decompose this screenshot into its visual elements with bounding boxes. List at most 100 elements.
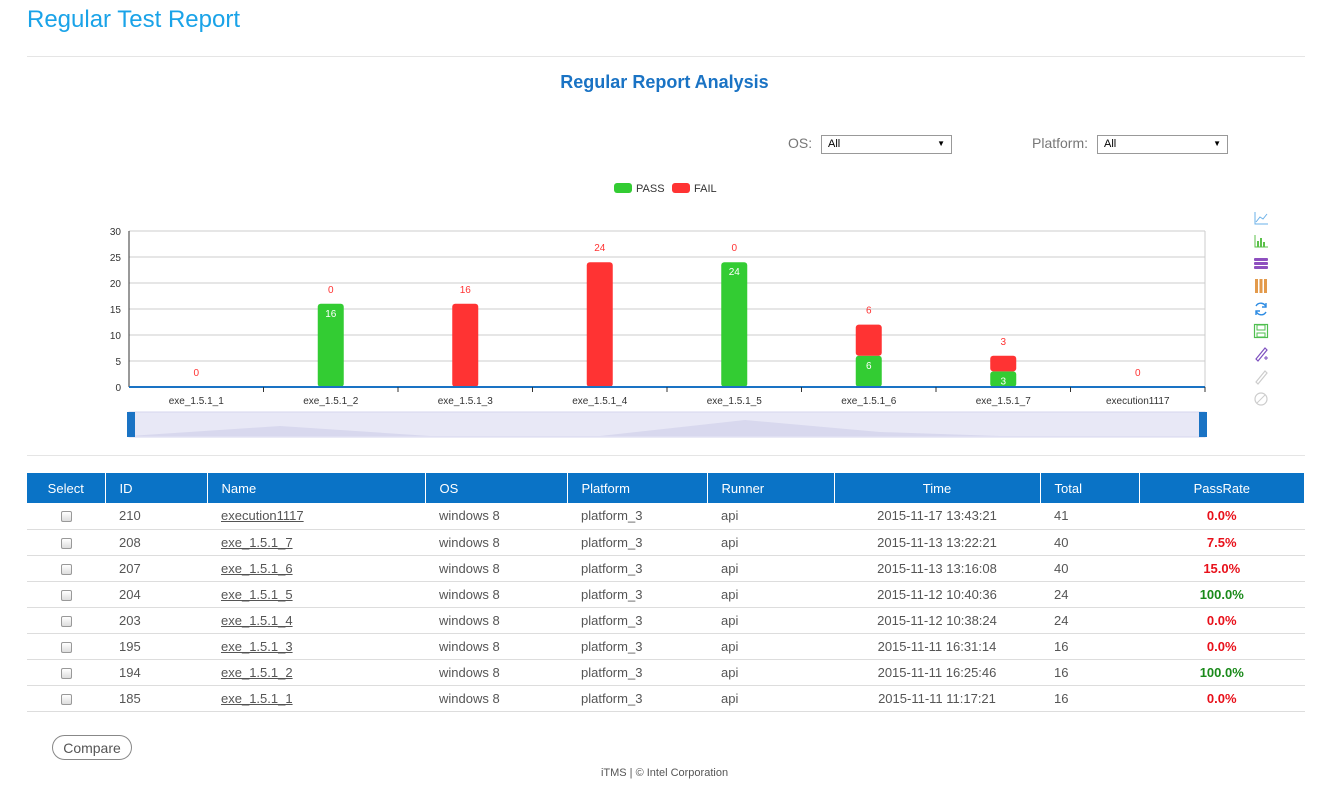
row-name: execution1117 [207,503,425,530]
row-checkbox[interactable] [60,537,72,549]
row-checkbox[interactable] [60,511,72,523]
line-chart-icon[interactable] [1253,210,1269,226]
row-os: windows 8 [425,555,567,582]
row-checkbox[interactable] [60,563,72,575]
x-tick-label: exe_1.5.1_5 [707,396,762,407]
row-total: 16 [1040,633,1139,660]
row-platform: platform_3 [567,529,707,556]
col-total[interactable]: Total [1040,473,1140,503]
bar-chart-icon[interactable] [1253,233,1269,249]
row-select-cell [27,685,105,712]
row-select-cell [27,607,105,634]
row-runner: api [707,633,834,660]
table-row: 194 exe_1.5.1_2 windows 8 platform_3 api 2015… [27,659,1305,686]
row-total: 16 [1040,659,1139,686]
row-time: 2015-11-11 16:31:14 [834,633,1040,660]
row-total: 41 [1040,503,1139,530]
row-name: exe_1.5.1_2 [207,659,425,686]
chart-legend[interactable]: PASS FAIL [614,183,717,195]
row-checkbox[interactable] [60,641,72,653]
row-checkbox[interactable] [60,589,72,601]
x-axis: exe_1.5.1_1 exe_1.5.1_2 exe_1.5.1_3 exe_1.5… [129,386,1206,407]
os-select[interactable]: All ▼ [821,135,952,154]
legend-label-fail: FAIL [694,183,717,195]
legend-swatch-fail [672,183,690,193]
row-name-link[interactable]: exe_1.5.1_1 [221,691,293,706]
row-time: 2015-11-11 11:17:21 [834,685,1040,712]
col-runner[interactable]: Runner [707,473,835,503]
save-image-icon[interactable] [1253,323,1269,339]
tiled-icon[interactable] [1253,278,1269,294]
row-runner: api [707,529,834,556]
row-passrate: 0.0% [1139,685,1305,712]
row-name-link[interactable]: exe_1.5.1_7 [221,535,293,550]
row-os: windows 8 [425,607,567,634]
data-label-pass: 16 [325,309,337,320]
table-row: 208 exe_1.5.1_7 windows 8 platform_3 api 2015… [27,529,1305,556]
os-select-value: All [828,138,841,150]
mark-icon[interactable] [1253,346,1269,362]
row-name-link[interactable]: exe_1.5.1_4 [221,613,293,628]
row-runner: api [707,555,834,582]
data-label-fail: 3 [1000,337,1006,348]
row-checkbox[interactable] [60,667,72,679]
col-id[interactable]: ID [105,473,208,503]
table-row: 204 exe_1.5.1_5 windows 8 platform_3 api 2015… [27,581,1305,608]
row-name-link[interactable]: exe_1.5.1_5 [221,587,293,602]
row-total: 40 [1040,555,1139,582]
row-name-link[interactable]: exe_1.5.1_2 [221,665,293,680]
col-time[interactable]: Time [834,473,1041,503]
row-name: exe_1.5.1_7 [207,529,425,556]
analysis-title: Regular Report Analysis [560,72,769,92]
row-name-link[interactable]: exe_1.5.1_3 [221,639,293,654]
data-label-fail: 0 [731,243,737,254]
restore-icon[interactable] [1253,301,1269,317]
col-passrate[interactable]: PassRate [1139,473,1305,503]
mark-undo-icon[interactable] [1253,369,1269,385]
row-total: 24 [1040,607,1139,634]
compare-button[interactable]: Compare [52,735,132,760]
data-label-pass: 6 [866,361,872,372]
divider [27,455,1305,456]
row-checkbox[interactable] [60,693,72,705]
row-passrate: 0.0% [1139,633,1305,660]
row-id: 204 [105,581,207,608]
row-os: windows 8 [425,685,567,712]
table-header-row: Select ID Name OS Platform Runner Time T… [27,473,1305,503]
row-name-link[interactable]: exe_1.5.1_6 [221,561,293,576]
chevron-down-icon: ▼ [1213,139,1221,148]
row-select-cell [27,555,105,582]
y-tick-label: 25 [110,253,122,264]
row-name-link[interactable]: execution1117 [221,508,304,523]
mark-clear-icon[interactable] [1253,391,1269,407]
row-platform: platform_3 [567,659,707,686]
row-id: 207 [105,555,207,582]
row-id: 203 [105,607,207,634]
footer: iTMS | © Intel Corporation [600,767,729,779]
data-label-pass: 24 [729,267,741,278]
row-platform: platform_3 [567,607,707,634]
data-label-fail: 0 [193,368,199,379]
platform-select[interactable]: All ▼ [1097,135,1228,154]
col-platform[interactable]: Platform [567,473,708,503]
bar-pass [721,262,748,387]
row-checkbox[interactable] [60,615,72,627]
row-passrate: 100.0% [1139,581,1305,608]
data-label-fail: 0 [328,285,334,296]
row-runner: api [707,581,834,608]
row-total: 40 [1040,529,1139,556]
row-time: 2015-11-12 10:40:36 [834,581,1040,608]
x-tick-label: exe_1.5.1_6 [841,396,896,407]
row-select-cell [27,633,105,660]
data-label-fail: 0 [1135,368,1141,379]
stack-icon[interactable] [1253,255,1269,271]
col-select[interactable]: Select [27,473,106,503]
col-os[interactable]: OS [425,473,568,503]
platform-select-value: All [1104,138,1117,150]
row-runner: api [707,503,834,530]
row-id: 208 [105,529,207,556]
y-tick-label: 5 [115,357,121,368]
data-zoom-slider[interactable] [127,411,1207,438]
row-id: 185 [105,685,207,712]
col-name[interactable]: Name [207,473,426,503]
